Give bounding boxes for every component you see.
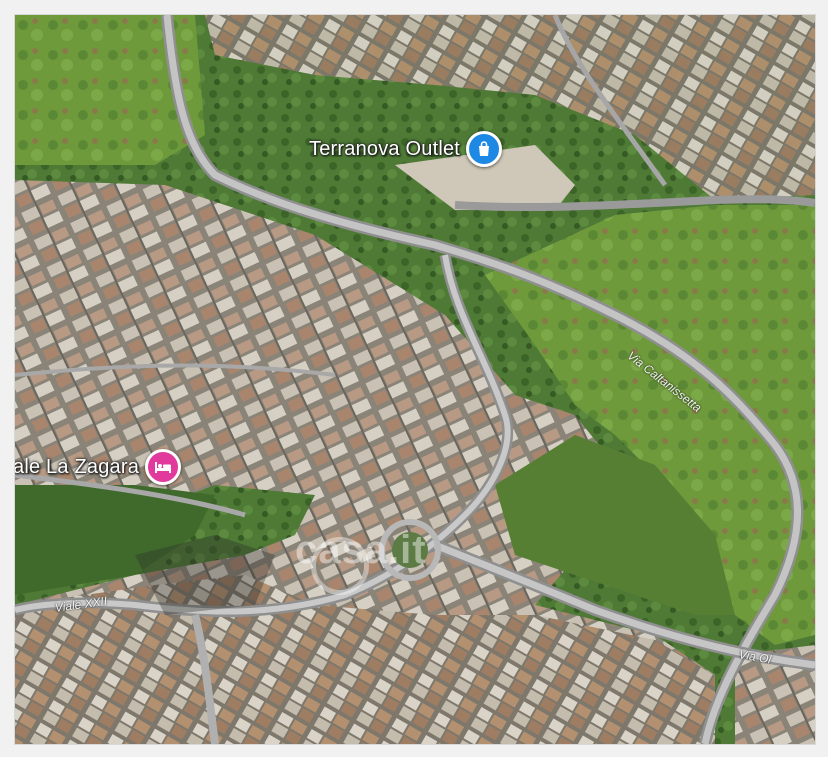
poi-la-zagara[interactable]: ale La Zagara — [14, 449, 182, 485]
poi-terranova-outlet-label: Terranova Outlet — [309, 137, 461, 160]
poi-la-zagara-label: ale La Zagara — [14, 455, 140, 478]
bed-icon[interactable] — [145, 449, 182, 485]
shopping-bag-icon[interactable] — [466, 131, 503, 167]
satellite-imagery — [15, 15, 815, 744]
watermark-text: casa.it — [295, 528, 427, 572]
map-viewport[interactable]: Terranova Outlet ale La Zagara Via Calta… — [14, 14, 816, 745]
poi-terranova-outlet[interactable]: Terranova Outlet — [309, 131, 503, 167]
